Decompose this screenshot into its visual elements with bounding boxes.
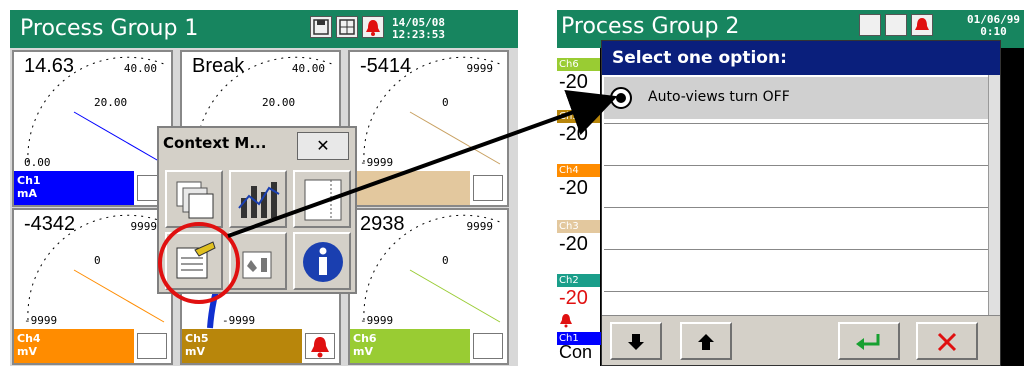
pointer-arrow [227,89,618,238]
